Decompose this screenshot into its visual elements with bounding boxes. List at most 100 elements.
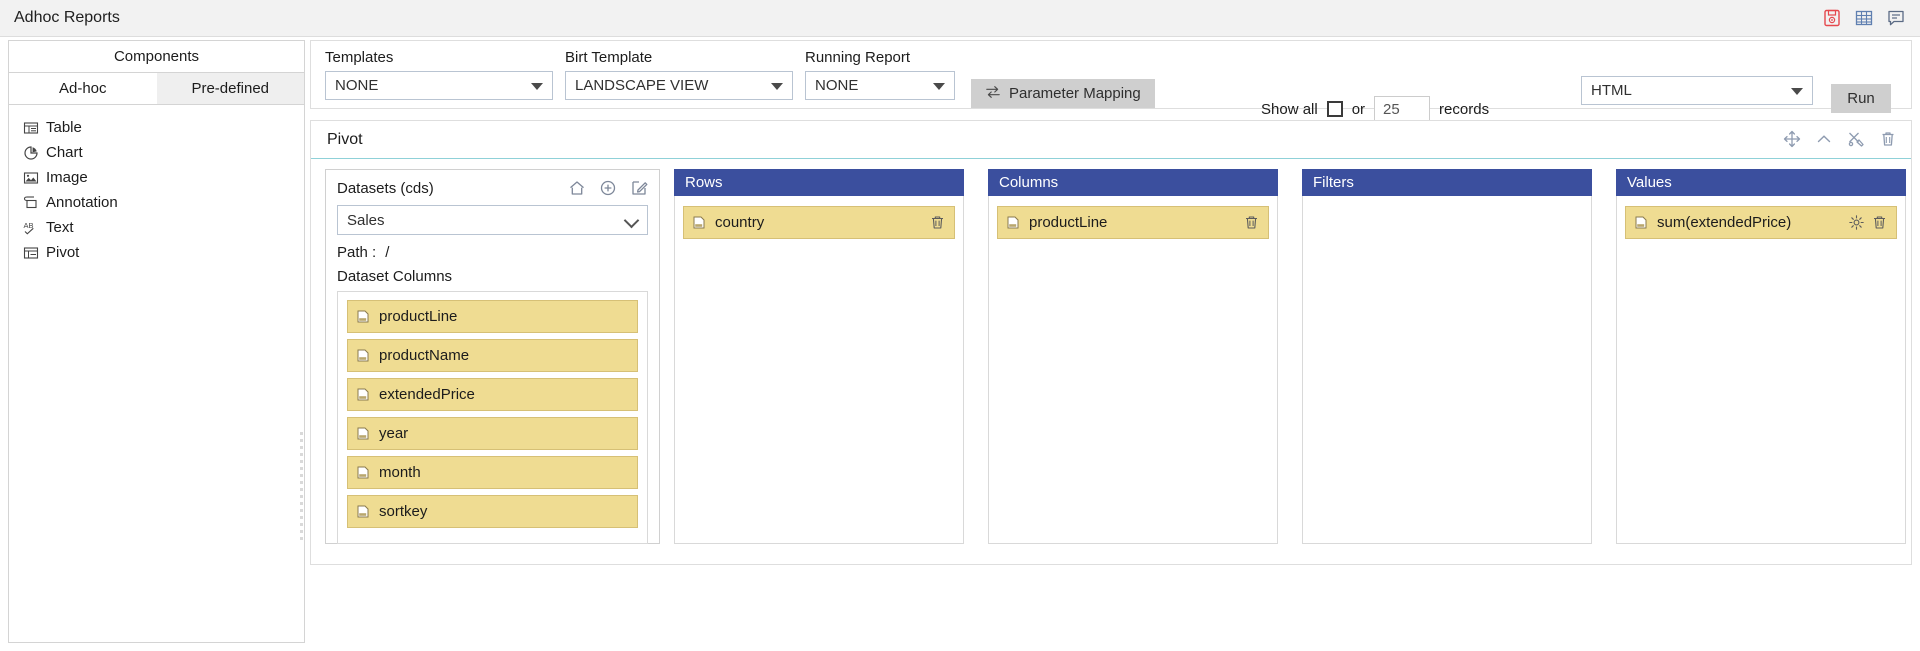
or-label: or [1351,100,1366,118]
birt-template-select[interactable]: LANDSCAPE VIEW [565,71,793,100]
output-format-select[interactable]: HTML [1581,76,1813,105]
dataset-path-label: Path : [337,244,377,261]
chevron-down-icon [1791,87,1803,95]
running-report-select[interactable]: NONE [805,71,955,100]
zone-dropzone-rows[interactable]: country [674,196,964,544]
sidebar-tabs: Ad-hoc Pre-defined [9,73,304,105]
parameter-mapping-label: Parameter Mapping [1009,85,1141,102]
table-grid-icon[interactable] [1854,8,1874,28]
column-field-icon [356,426,371,441]
column-field-icon [1006,215,1021,230]
sidebar-item-label: Text [46,219,74,236]
sidebar-item-label: Image [46,169,88,186]
running-report-field: Running Report NONE [805,49,955,100]
sidebar-header: Components [9,41,304,73]
list-item[interactable]: sortkey [347,495,638,528]
datasets-icon-group [568,179,648,197]
run-button-label: Run [1847,90,1875,107]
app-header: Adhoc Reports [0,0,1920,37]
zone-dropzone-columns[interactable]: productLine [988,196,1278,544]
pivot-tool-group [1783,130,1897,148]
list-item[interactable]: year [347,417,638,450]
zone-title: Columns [988,169,1278,196]
sidebar-item-table[interactable]: Table [9,115,304,140]
dataset-columns-list[interactable]: productLine productName extendedPrice ye… [337,291,648,544]
move-icon[interactable] [1783,130,1801,148]
delete-trash-icon[interactable] [929,214,946,231]
pivot-panel: Pivot Datasets (cds) Sales Path: / Data… [310,120,1912,565]
pivot-field-chip[interactable]: productLine [997,206,1269,239]
chevron-down-icon [933,82,945,90]
sidebar-item-annotation[interactable]: Annotation [9,190,304,215]
gear-icon[interactable] [1848,214,1865,231]
chevron-down-icon [623,212,640,229]
pivot-field-chip[interactable]: sum(extendedPrice) [1625,206,1897,239]
datasets-header: Datasets (cds) [337,179,648,197]
edit-icon[interactable] [630,179,648,197]
home-icon[interactable] [568,179,586,197]
sidebar-item-chart[interactable]: Chart [9,140,304,165]
run-button[interactable]: Run [1831,84,1891,113]
zone-dropzone-filters[interactable] [1302,196,1592,544]
comment-icon[interactable] [1886,8,1906,28]
birt-template-field: Birt Template LANDSCAPE VIEW [565,49,793,100]
zone-title: Rows [674,169,964,196]
chevron-down-icon [771,82,783,90]
dataset-select[interactable]: Sales [337,205,648,235]
pie-chart-icon [23,145,39,161]
templates-field: Templates NONE [325,49,553,100]
templates-label: Templates [325,49,394,66]
text-ab-icon: AB [23,220,39,236]
delete-trash-icon[interactable] [1871,214,1888,231]
svg-text:AB: AB [24,221,34,230]
settings-tools-icon[interactable] [1847,130,1865,148]
tab-ad-hoc[interactable]: Ad-hoc [9,73,157,104]
records-label: records [1439,100,1490,118]
column-field-icon [356,387,371,402]
parameter-mapping-button[interactable]: Parameter Mapping [971,79,1155,108]
component-list: Table Chart Image Annotation AB Text Piv… [9,105,304,265]
sidebar-item-label: Table [46,119,82,136]
zone-dropzone-values[interactable]: sum(extendedPrice) [1616,196,1906,544]
sidebar-item-pivot[interactable]: Pivot [9,240,304,265]
list-item-label: productName [379,347,470,364]
show-all-label: Show all [1261,100,1318,118]
column-field-icon [356,348,371,363]
output-format-field: HTML [1581,76,1813,105]
list-item-label: productLine [379,308,458,325]
delete-trash-icon[interactable] [1243,214,1260,231]
zone-rows: Rows country [674,169,964,544]
pivot-field-chip[interactable]: country [683,206,955,239]
sidebar-item-label: Chart [46,144,83,161]
page-title: Adhoc Reports [14,9,120,26]
sidebar-splitter[interactable] [296,40,310,643]
report-toolbar: Templates NONE Birt Template LANDSCAPE V… [310,40,1912,122]
records-input[interactable] [1374,96,1431,122]
birt-template-value: LANDSCAPE VIEW [575,77,709,94]
show-all-checkbox[interactable] [1326,101,1343,117]
sidebar-item-text[interactable]: AB Text [9,215,304,240]
pivot-icon [23,245,39,261]
zone-columns: Columns productLine [988,169,1278,544]
list-item[interactable]: productName [347,339,638,372]
list-item[interactable]: productLine [347,300,638,333]
tab-pre-defined[interactable]: Pre-defined [156,73,304,104]
sidebar-item-label: Annotation [46,194,118,211]
pivot-panel-header: Pivot [311,121,1911,159]
list-item-label: extendedPrice [379,386,475,403]
sidebar-item-image[interactable]: Image [9,165,304,190]
templates-select[interactable]: NONE [325,71,553,100]
column-field-icon [356,465,371,480]
column-field-icon [692,215,707,230]
delete-trash-icon[interactable] [1879,130,1897,148]
list-item[interactable]: extendedPrice [347,378,638,411]
add-circle-icon[interactable] [599,179,617,197]
list-item[interactable]: month [347,456,638,489]
dataset-columns-label: Dataset Columns [337,268,453,285]
zone-filters: Filters [1302,169,1592,544]
collapse-chevron-up-icon[interactable] [1815,130,1833,148]
save-pdf-icon[interactable] [1822,8,1842,28]
splitter-grip-handle[interactable] [299,430,308,540]
pivot-field-label: country [715,214,765,231]
datasets-title: Datasets (cds) [337,179,434,197]
